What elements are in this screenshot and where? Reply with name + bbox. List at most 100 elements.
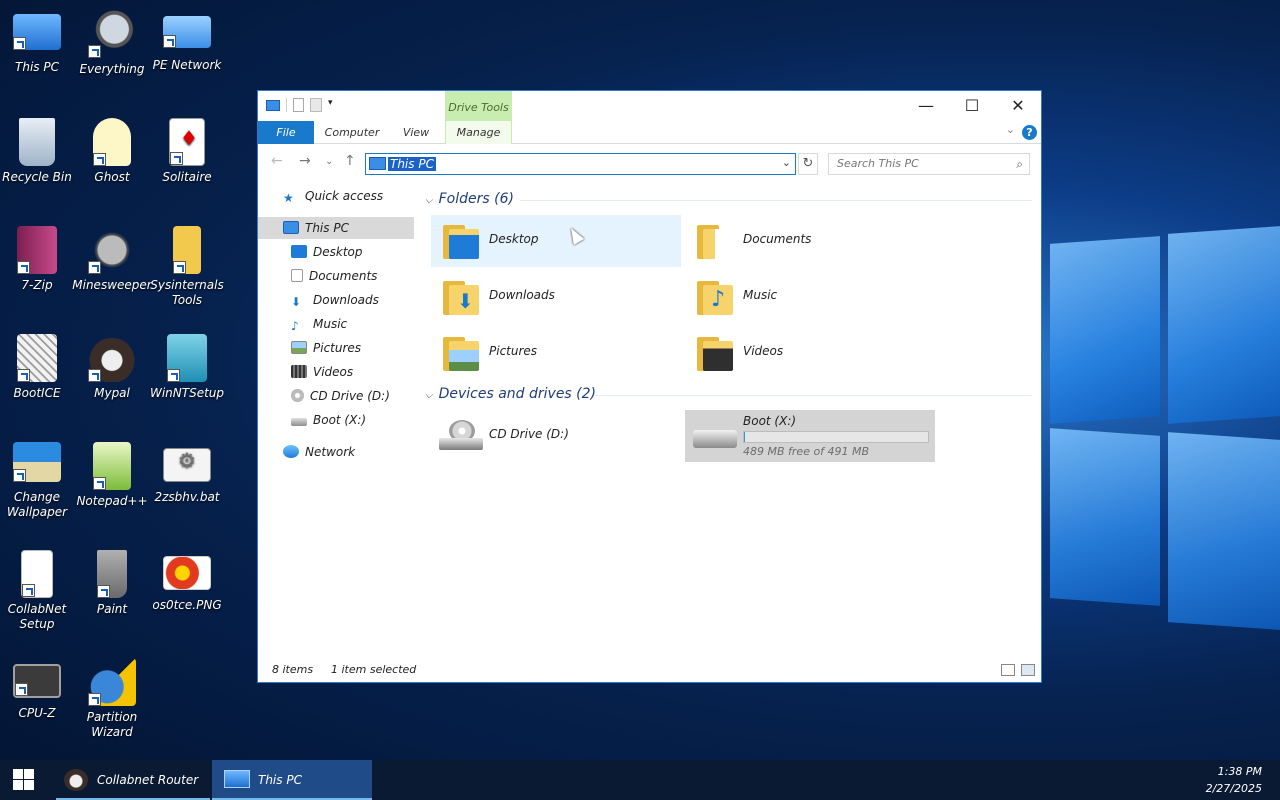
desktop-icon-sysinternals[interactable]: Sysinternals Tools: [145, 226, 229, 308]
nav-videos[interactable]: Videos: [291, 361, 411, 383]
desktop-icon-minesweeper[interactable]: Minesweeper: [70, 226, 154, 293]
nav-music[interactable]: ♪ Music: [291, 313, 411, 335]
clock[interactable]: 1:38 PM 2/27/2025: [1206, 763, 1262, 797]
tab-computer[interactable]: Computer: [322, 121, 382, 144]
help-icon[interactable]: ?: [1022, 125, 1037, 140]
new-file-icon[interactable]: [293, 98, 304, 112]
close-button[interactable]: ✕: [995, 91, 1041, 121]
wallpaper-windows-logo: [1040, 226, 1280, 650]
nav-pictures[interactable]: Pictures: [291, 337, 411, 359]
nav-downloads[interactable]: ⬇ Downloads: [291, 289, 411, 311]
pictures-folder-icon: [443, 335, 481, 373]
desktop-icon-bootice[interactable]: BootICE: [0, 334, 79, 401]
desktop-icon-change-wallpaper[interactable]: Change Wallpaper: [0, 442, 79, 520]
document-icon: [291, 269, 303, 282]
desktop-icon-7zip[interactable]: 7-Zip: [0, 226, 79, 293]
videos-folder-icon: [697, 335, 735, 373]
folder-tile-music[interactable]: ♪ Music: [685, 271, 935, 323]
address-dropdown-icon[interactable]: ⌄: [782, 156, 791, 169]
desktop-icon-cpu-z[interactable]: CPU-Z: [0, 658, 79, 721]
details-view-icon[interactable]: [1001, 664, 1015, 676]
drive-tools-context-tab: Drive Tools: [445, 91, 512, 121]
mine-icon: [88, 226, 136, 274]
tab-view[interactable]: View: [396, 121, 436, 144]
computer-icon: [369, 157, 386, 170]
forward-arrow-icon[interactable]: →: [299, 153, 311, 169]
chip-icon: [13, 664, 61, 698]
desktop-icon-this-pc[interactable]: This PC: [0, 10, 79, 75]
drive-tile-boot[interactable]: Boot (X:) 489 MB free of 491 MB: [685, 410, 935, 462]
qat-dropdown-icon[interactable]: ▾: [328, 98, 336, 112]
properties-icon[interactable]: [310, 98, 322, 112]
taskbar-item-collabnet[interactable]: Collabnet Router ...: [56, 760, 210, 800]
cd-drive-icon: [291, 389, 304, 402]
wallpaper-icon: [13, 442, 61, 482]
desktop-icon-winntsetup[interactable]: WinNTSetup: [145, 334, 229, 401]
divider: [286, 98, 287, 112]
gear-file-icon: ⚙: [163, 448, 211, 482]
recycle-bin-icon: [19, 118, 55, 166]
desktop-icon-notepadpp[interactable]: Notepad++: [70, 442, 154, 509]
folder-tile-pictures[interactable]: Pictures: [431, 327, 681, 379]
raccoon-icon: [64, 769, 88, 791]
recent-locations-icon[interactable]: ⌄: [325, 156, 333, 167]
music-note-icon: ♪: [291, 319, 299, 333]
desktop-icon-collabnet-setup[interactable]: CollabNet Setup: [0, 550, 79, 632]
desktop-icon-recycle-bin[interactable]: Recycle Bin: [0, 118, 79, 185]
desktop-icon-ghost[interactable]: Ghost: [70, 118, 154, 185]
desktop-icon-paint[interactable]: Paint: [70, 550, 154, 617]
divider: [520, 200, 1032, 201]
hard-drive-icon: [693, 420, 737, 452]
magnifier-icon: [88, 10, 136, 58]
search-placeholder: Search This PC: [837, 157, 919, 170]
folder-tile-documents[interactable]: Documents: [685, 215, 935, 267]
folder-tile-desktop[interactable]: Desktop: [431, 215, 681, 267]
nav-documents[interactable]: Documents: [291, 265, 411, 287]
nav-cd-drive[interactable]: CD Drive (D:): [291, 385, 416, 407]
downloads-folder-icon: ⬇: [443, 279, 481, 317]
address-text[interactable]: This PC: [388, 157, 436, 171]
nav-quick-access[interactable]: ★ Quick access: [283, 185, 413, 207]
archive-icon: [17, 226, 57, 274]
desktop-icon-os0tce-png[interactable]: os0tce.PNG: [145, 550, 229, 613]
large-icons-view-icon[interactable]: [1021, 664, 1035, 676]
folders-group-header[interactable]: ⌵ Folders (6): [425, 191, 514, 207]
up-arrow-icon[interactable]: ↑: [344, 153, 356, 169]
notepad-icon: [93, 442, 131, 490]
nav-this-pc[interactable]: This PC: [258, 217, 414, 239]
divider: [595, 395, 1032, 396]
drive-usage-bar: [743, 431, 929, 443]
taskbar-item-this-pc[interactable]: This PC: [212, 760, 372, 800]
nav-network[interactable]: Network: [283, 441, 403, 463]
desktop-icon-mypal[interactable]: Mypal: [70, 334, 154, 401]
desktop-icon-everything[interactable]: Everything: [70, 10, 154, 77]
collapse-icon: ⌵: [425, 195, 433, 206]
devices-group-header[interactable]: ⌵ Devices and drives (2): [425, 386, 596, 402]
back-arrow-icon[interactable]: ←: [271, 153, 283, 169]
computer-icon: [283, 221, 299, 234]
desktop-icon-partition-wizard[interactable]: Partition Wizard: [70, 658, 154, 740]
setup-icon: [167, 334, 207, 382]
desktop-icon-2zsbhv-bat[interactable]: ⚙ 2zsbhv.bat: [145, 442, 229, 505]
tab-manage[interactable]: Manage: [445, 121, 512, 144]
refresh-icon[interactable]: ↻: [798, 153, 818, 175]
desktop-icon-solitaire[interactable]: ♦ Solitaire: [145, 118, 229, 185]
expand-ribbon-icon[interactable]: ⌄: [1006, 123, 1015, 136]
nav-boot-drive[interactable]: Boot (X:): [291, 409, 411, 431]
paint-icon: [97, 550, 127, 598]
minimize-button[interactable]: —: [903, 91, 949, 121]
desktop-icon-pe-network[interactable]: PE Network: [145, 10, 229, 73]
raccoon-icon: [88, 334, 136, 382]
start-button[interactable]: [0, 760, 48, 800]
explorer-window: ▾ Drive Tools — ☐ ✕ File Computer View M…: [257, 90, 1042, 683]
address-bar[interactable]: This PC ⌄: [365, 153, 796, 175]
maximize-button[interactable]: ☐: [949, 91, 995, 121]
nav-desktop[interactable]: Desktop: [291, 241, 411, 263]
search-input[interactable]: Search This PC ⌕: [828, 153, 1030, 175]
tab-file[interactable]: File: [258, 121, 314, 144]
title-bar: ▾ Drive Tools — ☐ ✕: [258, 91, 1041, 121]
taskbar: Collabnet Router ... This PC 1:38 PM 2/2…: [0, 760, 1280, 800]
folder-tile-videos[interactable]: Videos: [685, 327, 935, 379]
folder-tile-downloads[interactable]: ⬇ Downloads: [431, 271, 681, 323]
drive-tile-cd[interactable]: CD Drive (D:): [431, 410, 681, 462]
